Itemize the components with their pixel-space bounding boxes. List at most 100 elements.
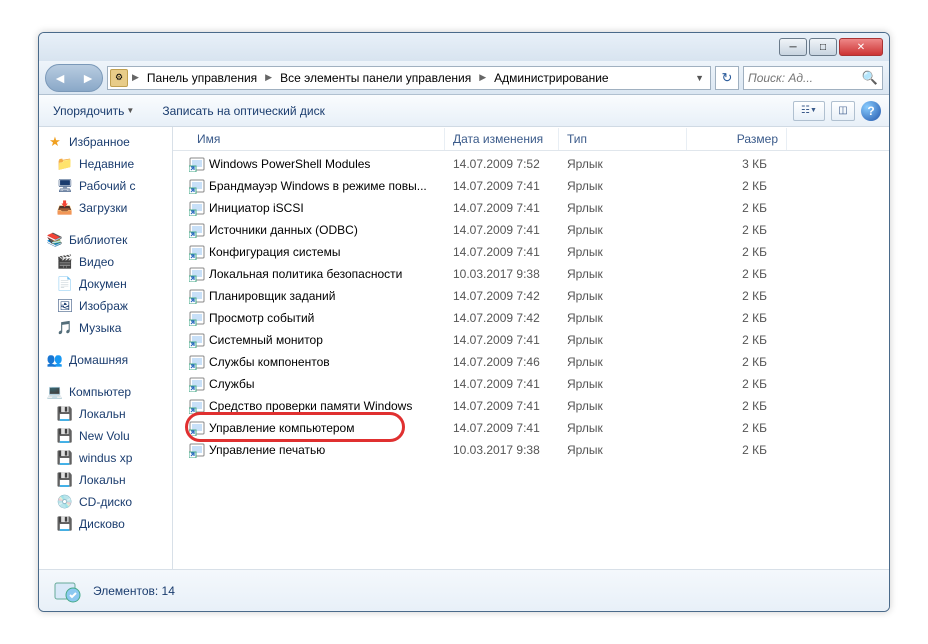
drive-icon: 💾 bbox=[57, 450, 73, 466]
search-box[interactable]: 🔍 bbox=[743, 66, 883, 90]
file-row[interactable]: Конфигурация системы14.07.2009 7:41Ярлык… bbox=[173, 241, 889, 263]
shortcut-icon bbox=[189, 332, 205, 348]
file-name: Конфигурация системы bbox=[209, 245, 340, 259]
back-button[interactable]: ◄ bbox=[53, 70, 67, 86]
file-row[interactable]: Службы компонентов14.07.2009 7:46Ярлык2 … bbox=[173, 351, 889, 373]
sidebar-homegroup[interactable]: 👥Домашняя bbox=[39, 349, 172, 371]
file-name: Локальная политика безопасности bbox=[209, 267, 402, 281]
search-icon[interactable]: 🔍 bbox=[862, 70, 878, 86]
file-row[interactable]: Системный монитор14.07.2009 7:41Ярлык2 К… bbox=[173, 329, 889, 351]
forward-button[interactable]: ► bbox=[81, 70, 95, 86]
close-button[interactable]: ✕ bbox=[839, 38, 883, 56]
status-text: Элементов: 14 bbox=[93, 584, 175, 598]
file-size: 2 КБ bbox=[687, 333, 787, 347]
file-type: Ярлык bbox=[559, 377, 687, 391]
sidebar-music[interactable]: 🎵Музыка bbox=[39, 317, 172, 339]
sidebar-favorites[interactable]: ★Избранное bbox=[39, 131, 172, 153]
file-size: 2 КБ bbox=[687, 289, 787, 303]
file-row[interactable]: Просмотр событий14.07.2009 7:42Ярлык2 КБ bbox=[173, 307, 889, 329]
chevron-icon: ▶ bbox=[263, 72, 274, 83]
breadcrumb-bar[interactable]: ⚙ ▶ Панель управления ▶ Все элементы пан… bbox=[107, 66, 711, 90]
titlebar: ─ □ ✕ bbox=[39, 33, 889, 61]
file-row[interactable]: Средство проверки памяти Windows14.07.20… bbox=[173, 395, 889, 417]
file-type: Ярлык bbox=[559, 443, 687, 457]
sidebar-videos[interactable]: 🎬Видео bbox=[39, 251, 172, 273]
chevron-down-icon: ▼ bbox=[126, 106, 134, 115]
sidebar-pictures[interactable]: 🖼Изображ bbox=[39, 295, 172, 317]
file-row[interactable]: Инициатор iSCSI14.07.2009 7:41Ярлык2 КБ bbox=[173, 197, 889, 219]
preview-pane-button[interactable]: ◫ bbox=[831, 101, 855, 121]
shortcut-icon bbox=[189, 354, 205, 370]
library-icon: 📚 bbox=[47, 232, 63, 248]
path-dropdown-icon[interactable]: ▼ bbox=[691, 73, 708, 83]
column-type[interactable]: Тип bbox=[559, 128, 687, 150]
file-size: 2 КБ bbox=[687, 223, 787, 237]
file-date: 10.03.2017 9:38 bbox=[445, 443, 559, 457]
file-row[interactable]: Windows PowerShell Modules14.07.2009 7:5… bbox=[173, 153, 889, 175]
burn-disc-button[interactable]: Записать на оптический диск bbox=[156, 102, 331, 120]
sidebar-diskovo[interactable]: 💾Дисково bbox=[39, 513, 172, 535]
file-size: 2 КБ bbox=[687, 421, 787, 435]
drive-icon: 💾 bbox=[57, 406, 73, 422]
sidebar-new-volume[interactable]: 💾New Volu bbox=[39, 425, 172, 447]
file-type: Ярлык bbox=[559, 267, 687, 281]
file-type: Ярлык bbox=[559, 399, 687, 413]
sidebar-windus-xp[interactable]: 💾windus xp bbox=[39, 447, 172, 469]
sidebar-downloads[interactable]: 📥Загрузки bbox=[39, 197, 172, 219]
file-name: Источники данных (ODBC) bbox=[209, 223, 358, 237]
file-name: Службы компонентов bbox=[209, 355, 330, 369]
shortcut-icon bbox=[189, 310, 205, 326]
organize-button[interactable]: Упорядочить▼ bbox=[47, 102, 140, 120]
file-date: 14.07.2009 7:42 bbox=[445, 311, 559, 325]
file-name: Управление печатью bbox=[209, 443, 325, 457]
homegroup-icon: 👥 bbox=[47, 352, 63, 368]
star-icon: ★ bbox=[47, 134, 63, 150]
sidebar-libraries[interactable]: 📚Библиотек bbox=[39, 229, 172, 251]
file-row[interactable]: Планировщик заданий14.07.2009 7:42Ярлык2… bbox=[173, 285, 889, 307]
file-row[interactable]: Источники данных (ODBC)14.07.2009 7:41Яр… bbox=[173, 219, 889, 241]
help-button[interactable]: ? bbox=[861, 101, 881, 121]
toolbar-right: ☷ ▼ ◫ ? bbox=[793, 101, 881, 121]
address-bar: ◄ ► ⚙ ▶ Панель управления ▶ Все элементы… bbox=[39, 61, 889, 95]
sidebar-recent[interactable]: 📁Недавние bbox=[39, 153, 172, 175]
file-size: 2 КБ bbox=[687, 355, 787, 369]
explorer-window: ─ □ ✕ ◄ ► ⚙ ▶ Панель управления ▶ Все эл… bbox=[38, 32, 890, 612]
minimize-button[interactable]: ─ bbox=[779, 38, 807, 56]
breadcrumb-all-items[interactable]: Все элементы панели управления bbox=[276, 68, 475, 88]
file-row[interactable]: Управление компьютером14.07.2009 7:41Ярл… bbox=[173, 417, 889, 439]
breadcrumb-control-panel[interactable]: Панель управления bbox=[143, 68, 261, 88]
sidebar-desktop[interactable]: 🖥Рабочий с bbox=[39, 175, 172, 197]
column-date[interactable]: Дата изменения bbox=[445, 128, 559, 150]
view-mode-button[interactable]: ☷ ▼ bbox=[793, 101, 825, 121]
sidebar-local-disk-2[interactable]: 💾Локальн bbox=[39, 469, 172, 491]
maximize-button[interactable]: □ bbox=[809, 38, 837, 56]
downloads-icon: 📥 bbox=[57, 200, 73, 216]
column-headers: Имя Дата изменения Тип Размер bbox=[173, 127, 889, 151]
file-row[interactable]: Управление печатью10.03.2017 9:38Ярлык2 … bbox=[173, 439, 889, 461]
file-row[interactable]: Службы14.07.2009 7:41Ярлык2 КБ bbox=[173, 373, 889, 395]
file-row[interactable]: Локальная политика безопасности10.03.201… bbox=[173, 263, 889, 285]
column-size[interactable]: Размер bbox=[687, 128, 787, 150]
file-date: 14.07.2009 7:42 bbox=[445, 289, 559, 303]
sidebar-local-disk[interactable]: 💾Локальн bbox=[39, 403, 172, 425]
sidebar-computer[interactable]: 💻Компьютер bbox=[39, 381, 172, 403]
breadcrumb-administration[interactable]: Администрирование bbox=[490, 68, 612, 88]
file-date: 14.07.2009 7:41 bbox=[445, 421, 559, 435]
refresh-button[interactable]: ↻ bbox=[715, 66, 739, 90]
file-type: Ярлык bbox=[559, 289, 687, 303]
file-date: 14.07.2009 7:41 bbox=[445, 245, 559, 259]
shortcut-icon bbox=[189, 376, 205, 392]
search-input[interactable] bbox=[748, 71, 862, 85]
chevron-icon[interactable]: ▶ bbox=[130, 72, 141, 83]
sidebar-cd-drive[interactable]: 💿CD-диско bbox=[39, 491, 172, 513]
desktop-icon: 🖥 bbox=[57, 178, 73, 194]
file-date: 14.07.2009 7:46 bbox=[445, 355, 559, 369]
file-size: 2 КБ bbox=[687, 245, 787, 259]
sidebar-documents[interactable]: 📄Докумен bbox=[39, 273, 172, 295]
cd-icon: 💿 bbox=[57, 494, 73, 510]
shortcut-icon bbox=[189, 200, 205, 216]
file-size: 2 КБ bbox=[687, 377, 787, 391]
shortcut-icon bbox=[189, 442, 205, 458]
file-row[interactable]: Брандмауэр Windows в режиме повы...14.07… bbox=[173, 175, 889, 197]
column-name[interactable]: Имя bbox=[189, 128, 445, 150]
